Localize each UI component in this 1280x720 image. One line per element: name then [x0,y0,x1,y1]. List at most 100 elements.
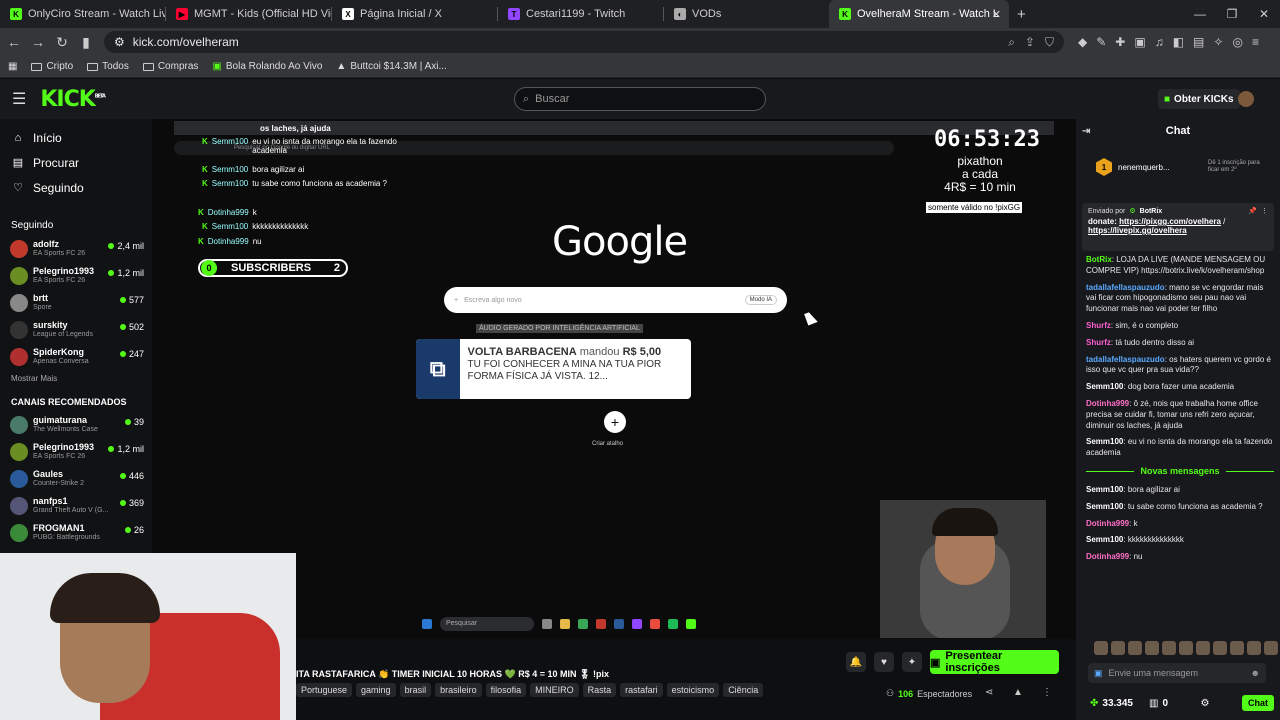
emote[interactable] [1230,641,1244,655]
bookmark-link[interactable]: ▣ Bola Rolando Ao Vivo [212,61,322,72]
back-icon[interactable]: ← [4,34,24,50]
chat-username[interactable]: tadallafellaspauzudo [1086,283,1165,292]
sidebar-channel[interactable]: nanfps1 Grand Theft Auto V (G... 369 [0,492,152,519]
browser-tab[interactable]: ▶ MGMT - Kids (Official HD Video) - Yo [166,0,331,28]
chat-message[interactable]: Semm100: dog bora fazer uma academia [1086,382,1274,393]
emote[interactable] [1094,641,1108,655]
sidebar-channel[interactable]: brtt Spore 577 [0,289,152,316]
send-chat-button[interactable]: Chat [1242,695,1274,711]
stream-tag[interactable]: brasileiro [435,683,482,697]
chat-username[interactable]: BotRix [1086,255,1112,264]
emote[interactable] [1264,641,1278,655]
chat-message[interactable]: Dotinha999: nu [1086,552,1274,563]
get-kicks-button[interactable]: ■ Obter KICKs [1158,89,1240,109]
chat-username[interactable]: Shurfz [1086,321,1111,330]
chat-username[interactable]: tadallafellaspauzudo [1086,355,1165,364]
maximize-icon[interactable]: ❐ [1216,0,1248,28]
chat-message[interactable]: Semm100: tu sabe como funciona as academ… [1086,502,1274,513]
reload-icon[interactable]: ↻ [52,34,72,51]
chat-username[interactable]: Dotinha999 [1086,552,1129,561]
menu-icon[interactable]: ≡ [1252,35,1259,49]
hamburger-menu-icon[interactable]: ☰ [12,89,26,109]
search-input[interactable]: ⌕ Buscar [514,87,766,111]
chat-username[interactable]: Shurfz [1086,338,1111,347]
site-info-icon[interactable]: ⚙ [114,35,125,49]
chat-username[interactable]: Semm100 [1086,437,1123,446]
music-icon[interactable]: ♫ [1155,35,1164,49]
share-icon[interactable]: ⋖ [985,687,993,698]
browser-tab[interactable]: X Página Inicial / X [332,0,497,28]
emote[interactable] [1179,641,1193,655]
nav-following[interactable]: ♡ Seguindo [0,175,152,200]
close-tab-icon[interactable]: ✕ [992,8,1001,21]
close-window-icon[interactable]: ✕ [1248,0,1280,28]
emote[interactable] [1111,641,1125,655]
emote[interactable] [1162,641,1176,655]
browser-tab[interactable]: T Cestari1199 - Twitch [498,0,663,28]
chat-username[interactable]: Dotinha999 [1086,399,1129,408]
sidebar-channel[interactable]: adolfz EA Sports FC 26 2,4 mil [0,235,152,262]
chat-message[interactable]: Dotinha999: ô zé, nois que trabalha home… [1086,399,1274,431]
user-avatar[interactable] [1238,91,1254,107]
stream-tag[interactable]: brasil [399,683,432,697]
chat-username[interactable]: Dotinha999 [1086,519,1129,528]
emote[interactable] [1213,641,1227,655]
report-icon[interactable]: ▲ [1013,687,1023,698]
sidebar-channel[interactable]: FROGMAN1 PUBG: Battlegrounds 26 [0,519,152,546]
pinned-link[interactable]: https://pixgg.com/ovelhera [1119,217,1221,226]
sidebar-channel[interactable]: SpiderKong Apenas Conversa 247 [0,343,152,370]
browser-tab[interactable]: K OvelheraM Stream - Watch L ✕ [829,0,1009,28]
sidebar-channel[interactable]: Gaules Counter-Strike 2 446 [0,465,152,492]
zoom-icon[interactable]: ⌕ [1008,35,1015,50]
extension-icon[interactable]: ✧ [1213,35,1223,49]
address-bar[interactable]: ⚙ kick.com/ovelheram ⌕ ⇪ ⛉ [104,31,1064,53]
emoji-icon[interactable]: ☻ [1251,668,1260,678]
chat-message[interactable]: BotRix: LOJA DA LIVE (MANDE MENSAGEM OU … [1086,255,1274,277]
new-tab-icon[interactable]: + [1017,6,1026,23]
chat-message[interactable]: tadallafellaspauzudo: os haters querem v… [1086,355,1274,377]
emote[interactable] [1247,641,1261,655]
emote[interactable] [1196,641,1210,655]
stream-tag[interactable]: Rasta [582,683,617,697]
collapse-chat-icon[interactable]: ⇥ [1082,126,1090,137]
gift-subs-button[interactable]: ▣ Presentear inscrições [930,650,1059,674]
more-icon[interactable]: ⋮ [1042,687,1052,698]
notifications-bell-icon[interactable]: 🔔 [846,652,866,672]
nav-home[interactable]: ⌂ Início [0,125,152,150]
emote[interactable] [1145,641,1159,655]
follow-heart-icon[interactable]: ♥ [874,652,894,672]
chat-username[interactable]: Semm100 [1086,382,1123,391]
wallet-icon[interactable]: ▤ [1193,35,1204,49]
pinned-link[interactable]: https://livepix.gg/ovelhera [1088,226,1187,235]
stream-tag[interactable]: Portuguese [296,683,353,697]
chat-message[interactable]: Shurfz: tá tudo dentro disso ai [1086,338,1274,349]
gift-box-icon[interactable]: ▥ [1149,698,1158,709]
extension-icon[interactable]: ◆ [1078,35,1087,49]
chat-message[interactable]: Dotinha999: k [1086,519,1274,530]
browser-tab[interactable]: K OnlyCiro Stream - Watch Live on Kick [0,0,165,28]
settings-icon[interactable]: ⚙ [1201,698,1210,709]
browser-tab[interactable]: ◐ VODs [664,0,829,28]
pin-icon[interactable]: 📌 [1248,207,1257,215]
pinned-message[interactable]: Enviado por ⚙ BotRix 📌 ⋮ donate: https:/… [1082,203,1274,251]
stream-tag[interactable]: gaming [356,683,396,697]
puzzle-icon[interactable]: ✚ [1115,35,1125,49]
sidebar-channel[interactable]: Pelegrino1993 EA Sports FC 26 1,2 mil [0,438,152,465]
sparkle-icon[interactable]: ✦ [902,652,922,672]
sidebar-channel[interactable]: guimaturana The Wellmonts Case 39 [0,411,152,438]
shield-icon[interactable]: ⛉ [1045,35,1054,50]
chat-message[interactable]: Semm100: kkkkkkkkkkkkkk [1086,535,1274,546]
stream-tag[interactable]: Ciência [723,683,764,697]
minimize-icon[interactable]: — [1184,0,1216,28]
sidebar-icon[interactable]: ◧ [1173,35,1184,49]
bookmark-link[interactable]: ▲ Buttcoi $14.3M | Axi... [336,61,446,72]
chat-message[interactable]: tadallafellaspauzudo: mano se vc engorda… [1086,283,1274,315]
chat-username[interactable]: Semm100 [1086,502,1123,511]
chat-message[interactable]: Shurfz: sim, é o completo [1086,321,1274,332]
apps-grid-icon[interactable]: ▦ [8,61,17,72]
emote[interactable] [1128,641,1142,655]
more-vertical-icon[interactable]: ⋮ [1261,207,1268,215]
bookmark-folder[interactable]: Todos [87,61,129,72]
extension-icon[interactable]: ▣ [1134,35,1145,49]
nav-browse[interactable]: ▤ Procurar [0,150,152,175]
